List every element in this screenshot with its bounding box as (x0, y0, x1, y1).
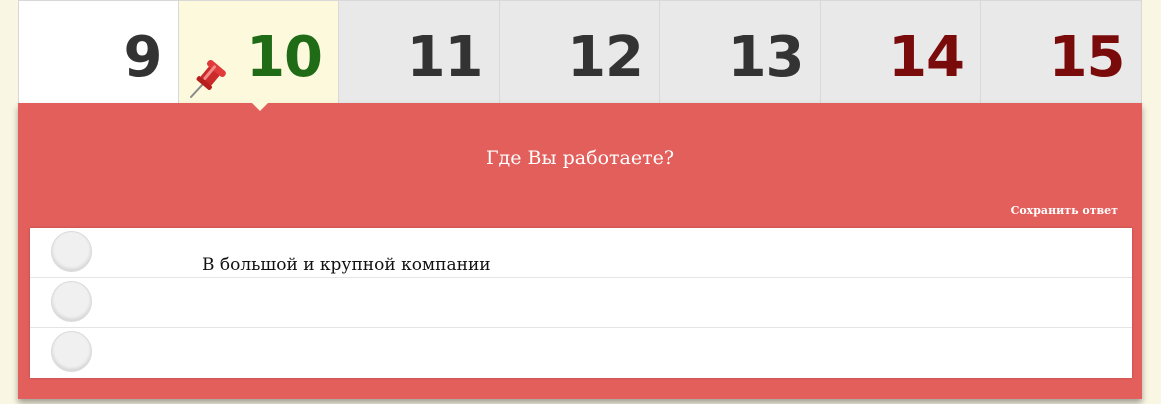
day-number: 11 (406, 24, 484, 90)
radio-button[interactable] (51, 231, 92, 272)
day-cell-15[interactable]: 15 (981, 1, 1142, 104)
day-number: 9 (123, 24, 163, 90)
answer-option[interactable] (30, 278, 1132, 328)
radio-button[interactable] (51, 331, 92, 372)
answer-list: В большой и крупной компании (30, 228, 1132, 378)
radio-button[interactable] (51, 281, 92, 322)
day-number: 12 (567, 24, 644, 90)
answer-option[interactable]: В большой и крупной компании (30, 228, 1132, 278)
day-number: 14 (888, 24, 965, 90)
day-number: 13 (727, 24, 805, 90)
answer-label: В большой и крупной компании (202, 255, 491, 275)
day-cell-11[interactable]: 11 (339, 1, 500, 104)
day-cell-10-today[interactable]: 10 (178, 1, 339, 104)
answer-option[interactable] (30, 328, 1132, 378)
poll-panel: Где Вы работаете? Сохранить ответ В боль… (18, 102, 1142, 399)
day-cell-14[interactable]: 14 (820, 1, 981, 104)
poll-question: Где Вы работаете? (485, 147, 675, 169)
today-pointer-arrow (251, 102, 269, 111)
day-number: 15 (1048, 24, 1126, 90)
day-number: 10 (246, 24, 323, 90)
pushpin-icon (183, 53, 233, 103)
day-cell-13[interactable]: 13 (660, 1, 821, 104)
save-answer-button[interactable]: Сохранить ответ (1011, 204, 1118, 217)
day-cell-12[interactable]: 12 (499, 1, 660, 104)
day-cell-9[interactable]: 9 (18, 1, 179, 104)
calendar-day-strip: 9 10 11 12 13 14 15 (18, 0, 1142, 104)
